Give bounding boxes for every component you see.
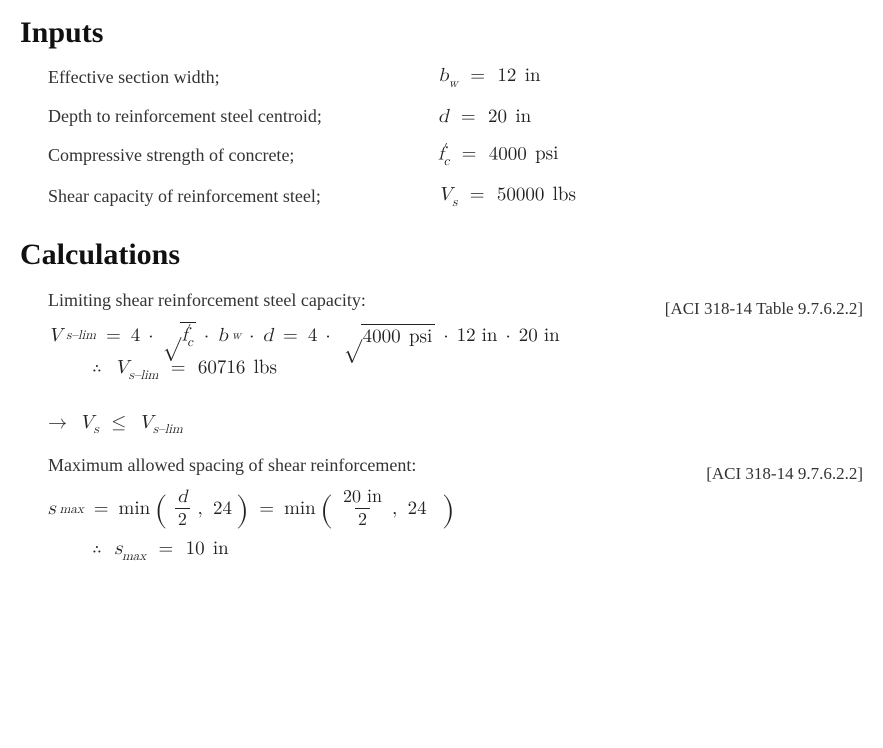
smax-result: 10 (186, 539, 205, 558)
input-value: 4000 (489, 144, 527, 163)
frac-num: 20 in (340, 486, 385, 508)
sqrt-fc-num: √ 4000 psi (343, 323, 436, 348)
input-row: Shear capacity of reinforcement steel; V… (48, 183, 863, 210)
input-expr: Vs = 50000 lbs (438, 183, 863, 210)
input-desc: Depth to reinforcement steel centroid; (48, 106, 438, 127)
input-desc: Shear capacity of reinforcement steel; (48, 186, 438, 207)
smax-equation: smax = min ( d 2 , 24 ) = min ( 20 in 2 … (48, 486, 863, 531)
condition-line: → Vs ≤ Vs–lim (48, 411, 863, 438)
input-row: Effective section width; bw = 12 in (48, 64, 863, 91)
frac-den: 2 (175, 508, 190, 531)
input-row: Depth to reinforcement steel centroid; d… (48, 105, 863, 128)
vslim-equation: Vs–lim = 4 · √ f′c · bw · d = 4 · √ 4000… (48, 321, 863, 350)
frac-num: d (174, 486, 190, 508)
relation: ≤ (111, 413, 126, 432)
input-expr: bw = 12 in (438, 64, 863, 91)
calculations-heading: Calculations (20, 238, 863, 272)
input-row: Compressive strength of concrete; f′c = … (48, 142, 863, 169)
d-over-2-num: 20 in 2 (340, 486, 385, 531)
bw-unit: in (482, 324, 498, 347)
reference-citation: [ACI 318-14 Table 9.7.6.2.2] (665, 299, 863, 319)
coeff: 4 (131, 324, 141, 347)
vslim-result: 60716 (198, 358, 246, 377)
min-const: 24 (408, 497, 427, 520)
d-over-2-sym: d 2 (174, 486, 190, 531)
input-unit: lbs (553, 185, 576, 204)
fc-val: 4000 (363, 327, 401, 346)
frac-den: 2 (355, 508, 370, 531)
fc-unit: psi (409, 327, 432, 346)
d-val: 20 (519, 324, 538, 347)
smax-equation-line: [ACI 318-14 9.7.6.2.2] smax = min ( d 2 … (48, 486, 863, 564)
inputs-block: Effective section width; bw = 12 in Dept… (48, 64, 863, 210)
inputs-heading: Inputs (20, 16, 863, 50)
calculations-block: Limiting shear reinforcement steel capac… (48, 290, 863, 565)
bw-val: 12 (457, 324, 476, 347)
input-value: 12 (497, 66, 516, 85)
input-value: 20 (488, 107, 507, 126)
vslim-equation-line: [ACI 318-14 Table 9.7.6.2.2] Vs–lim = 4 … (48, 321, 863, 383)
reference-citation: [ACI 318-14 9.7.6.2.2] (706, 464, 863, 484)
vslim-result-line: ∴ Vs–lim = 60716 lbs (92, 356, 863, 383)
input-unit: psi (535, 144, 558, 163)
input-expr: d = 20 in (438, 105, 863, 128)
input-expr: f′c = 4000 psi (438, 142, 863, 169)
smax-unit: in (213, 539, 229, 558)
input-unit: in (525, 66, 541, 85)
vslim-unit: lbs (254, 358, 277, 377)
d-unit: in (544, 324, 560, 347)
input-desc: Effective section width; (48, 67, 438, 88)
input-unit: in (515, 107, 531, 126)
input-desc: Compressive strength of concrete; (48, 145, 438, 166)
input-value: 50000 (497, 185, 545, 204)
coeff-num: 4 (308, 324, 318, 347)
smax-result-line: ∴ smax = 10 in (92, 537, 863, 564)
min-const: 24 (213, 497, 232, 520)
sqrt-fc-sym: √ f′c (162, 321, 196, 350)
